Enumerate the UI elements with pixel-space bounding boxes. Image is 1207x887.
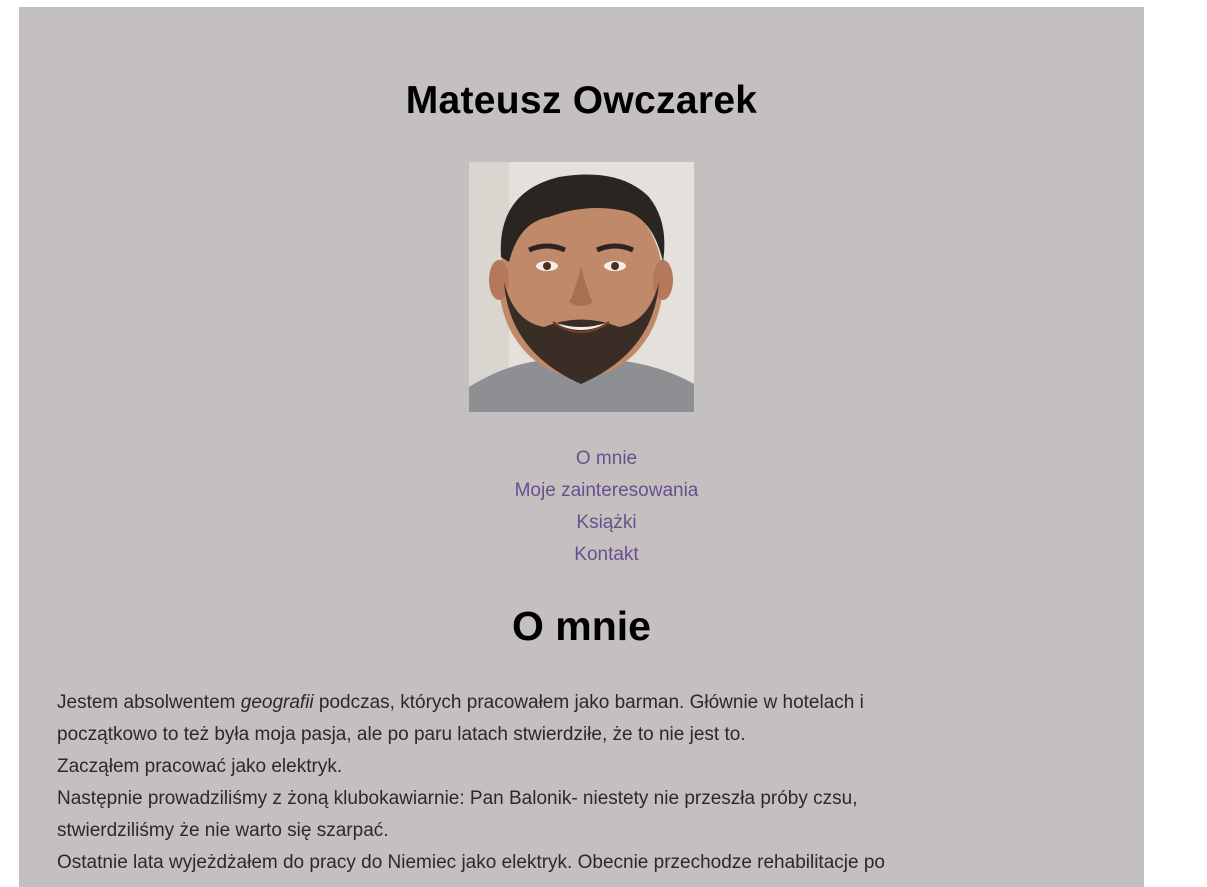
nav-item-ksiazki[interactable]: Książki [19,507,1194,539]
about-emphasis: geografii [240,692,314,713]
about-line: Następnie prowadziliśmy z żoną klubokawi… [57,788,858,809]
site-title: Mateusz Owczarek [405,79,758,122]
nav-item-kontakt[interactable]: Kontakt [19,539,1194,571]
about-line: Ostatnie lata wyjeżdżałem do pracy do Ni… [57,852,885,873]
about-line: początkowo to też była moja pasja, ale p… [57,724,746,745]
main-nav: O mnie Moje zainteresowania Książki Kont… [19,443,1194,571]
nav-item-o-mnie[interactable]: O mnie [19,443,1194,475]
about-line: Zacząłem pracować jako elektryk. [57,756,343,777]
page-container: Mateusz Owczarek O mnie Moje zainteresow… [19,7,1144,887]
about-text: Jestem absolwentem geografii podczas, kt… [57,687,1057,879]
profile-photo [469,162,694,412]
nav-item-zainteresowania[interactable]: Moje zainteresowania [19,475,1194,507]
about-line: Jestem absolwentem geografii podczas, kt… [57,687,1057,719]
about-line-text: Jestem absolwentem [57,692,241,713]
section-title-o-mnie: O mnie [512,603,651,649]
about-line-text: podczas, których pracowałem jako barman.… [313,692,864,713]
about-line: stwierdziliśmy że nie warto się szarpać. [57,820,389,841]
